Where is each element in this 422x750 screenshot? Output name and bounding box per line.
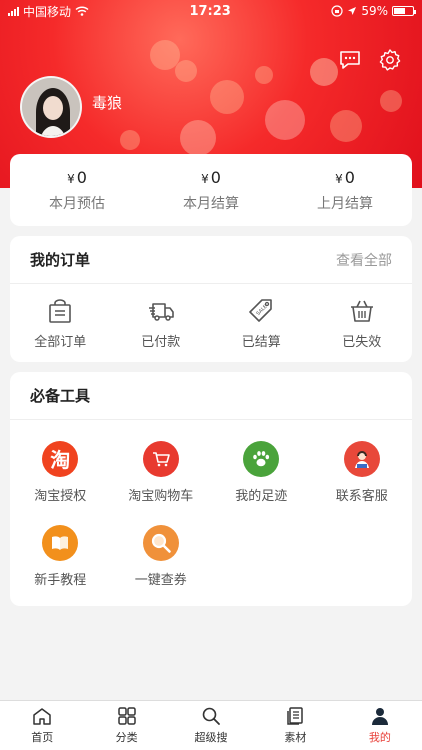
earning-this-month-settled[interactable]: ¥0 本月结算 (144, 154, 278, 226)
wifi-icon (75, 6, 89, 16)
earning-value: 0 (344, 167, 355, 187)
tool-label: 我的足迹 (235, 488, 288, 504)
tool-taobao-cart[interactable]: 淘宝购物车 (111, 430, 212, 514)
order-paid[interactable]: 已付款 (111, 284, 212, 362)
bottom-tab-bar: 首页 分类 超级搜 素材 我的 (0, 700, 422, 750)
carrier-label: 中国移动 (23, 4, 72, 19)
tool-coupon-search[interactable]: 一键查券 (111, 514, 212, 598)
orders-card: 我的订单 查看全部 全部订单 已付款 SALE 已结算 已失效 (10, 236, 412, 362)
tool-customer-service[interactable]: 联系客服 (312, 430, 413, 514)
orders-title: 我的订单 (30, 251, 91, 269)
material-icon (287, 707, 304, 725)
avatar[interactable] (20, 76, 82, 138)
tab-label: 超级搜 (194, 731, 228, 744)
username[interactable]: 毒狼 (92, 92, 122, 113)
earning-label: 本月结算 (183, 195, 239, 212)
earning-this-month-estimate[interactable]: ¥0 本月预估 (10, 154, 144, 226)
battery-icon (391, 6, 416, 16)
tab-material[interactable]: 素材 (253, 701, 337, 750)
order-all[interactable]: 全部订单 (10, 284, 111, 362)
tab-label: 分类 (115, 731, 138, 744)
earning-label: 上月结算 (317, 195, 373, 212)
tool-label: 联系客服 (335, 488, 388, 504)
tab-home[interactable]: 首页 (0, 701, 84, 750)
currency-symbol: ¥ (201, 171, 209, 186)
location-icon (348, 7, 357, 15)
earning-label: 本月预估 (49, 195, 105, 212)
order-label: 已失效 (342, 334, 382, 350)
tool-footprint[interactable]: 我的足迹 (211, 430, 312, 514)
order-label: 已付款 (141, 334, 181, 350)
earnings-card: ¥0 本月预估 ¥0 本月结算 ¥0 上月结算 (10, 154, 412, 226)
cart-icon (142, 440, 179, 477)
search-icon (202, 707, 220, 725)
book-icon (42, 524, 79, 561)
gear-icon[interactable] (378, 48, 402, 72)
status-time: 17:23 (189, 3, 231, 19)
tab-label: 素材 (284, 731, 307, 744)
currency-symbol: ¥ (335, 171, 343, 186)
earning-value: 0 (210, 167, 221, 187)
tab-profile[interactable]: 我的 (338, 701, 422, 750)
status-bar: 中国移动 17:23 59% (0, 0, 422, 22)
paw-icon (243, 440, 280, 477)
orientation-lock-icon (331, 5, 343, 17)
tools-title: 必备工具 (30, 387, 91, 405)
signal-icon (8, 6, 19, 16)
sale-tag-icon: SALE (249, 298, 273, 322)
order-settled[interactable]: SALE 已结算 (211, 284, 312, 362)
coupon-search-icon (142, 524, 179, 561)
order-label: 已结算 (241, 334, 281, 350)
tab-category[interactable]: 分类 (84, 701, 168, 750)
category-icon (117, 707, 136, 725)
battery-percent: 59% (361, 4, 388, 18)
bag-icon (49, 298, 72, 323)
tool-label: 新手教程 (34, 572, 87, 588)
service-icon (343, 440, 380, 477)
currency-symbol: ¥ (67, 171, 75, 186)
earning-value: 0 (76, 167, 87, 187)
order-label: 全部订单 (34, 334, 87, 350)
tool-label: 淘宝购物车 (128, 488, 194, 504)
basket-icon (350, 300, 373, 322)
tool-label: 一键查券 (134, 572, 187, 588)
taobao-icon: 淘 (42, 440, 79, 477)
profile-icon (371, 708, 388, 725)
tools-card: 必备工具 淘 淘宝授权 淘宝购物车 我的足迹 联系客服 新手教程 一键查券 (10, 372, 412, 606)
tab-label: 首页 (31, 731, 54, 744)
order-expired[interactable]: 已失效 (312, 284, 413, 362)
message-icon[interactable] (338, 48, 362, 72)
tool-label: 淘宝授权 (34, 488, 87, 504)
tool-tutorial[interactable]: 新手教程 (10, 514, 111, 598)
tab-super-search[interactable]: 超级搜 (169, 701, 253, 750)
taobao-glyph: 淘 (50, 448, 71, 472)
earning-last-month-settled[interactable]: ¥0 上月结算 (278, 154, 412, 226)
see-all-orders-link[interactable]: 查看全部 (336, 250, 392, 270)
home-icon (33, 708, 51, 725)
tab-label: 我的 (368, 731, 391, 744)
tool-taobao-auth[interactable]: 淘 淘宝授权 (10, 430, 111, 514)
truck-icon (148, 302, 174, 321)
